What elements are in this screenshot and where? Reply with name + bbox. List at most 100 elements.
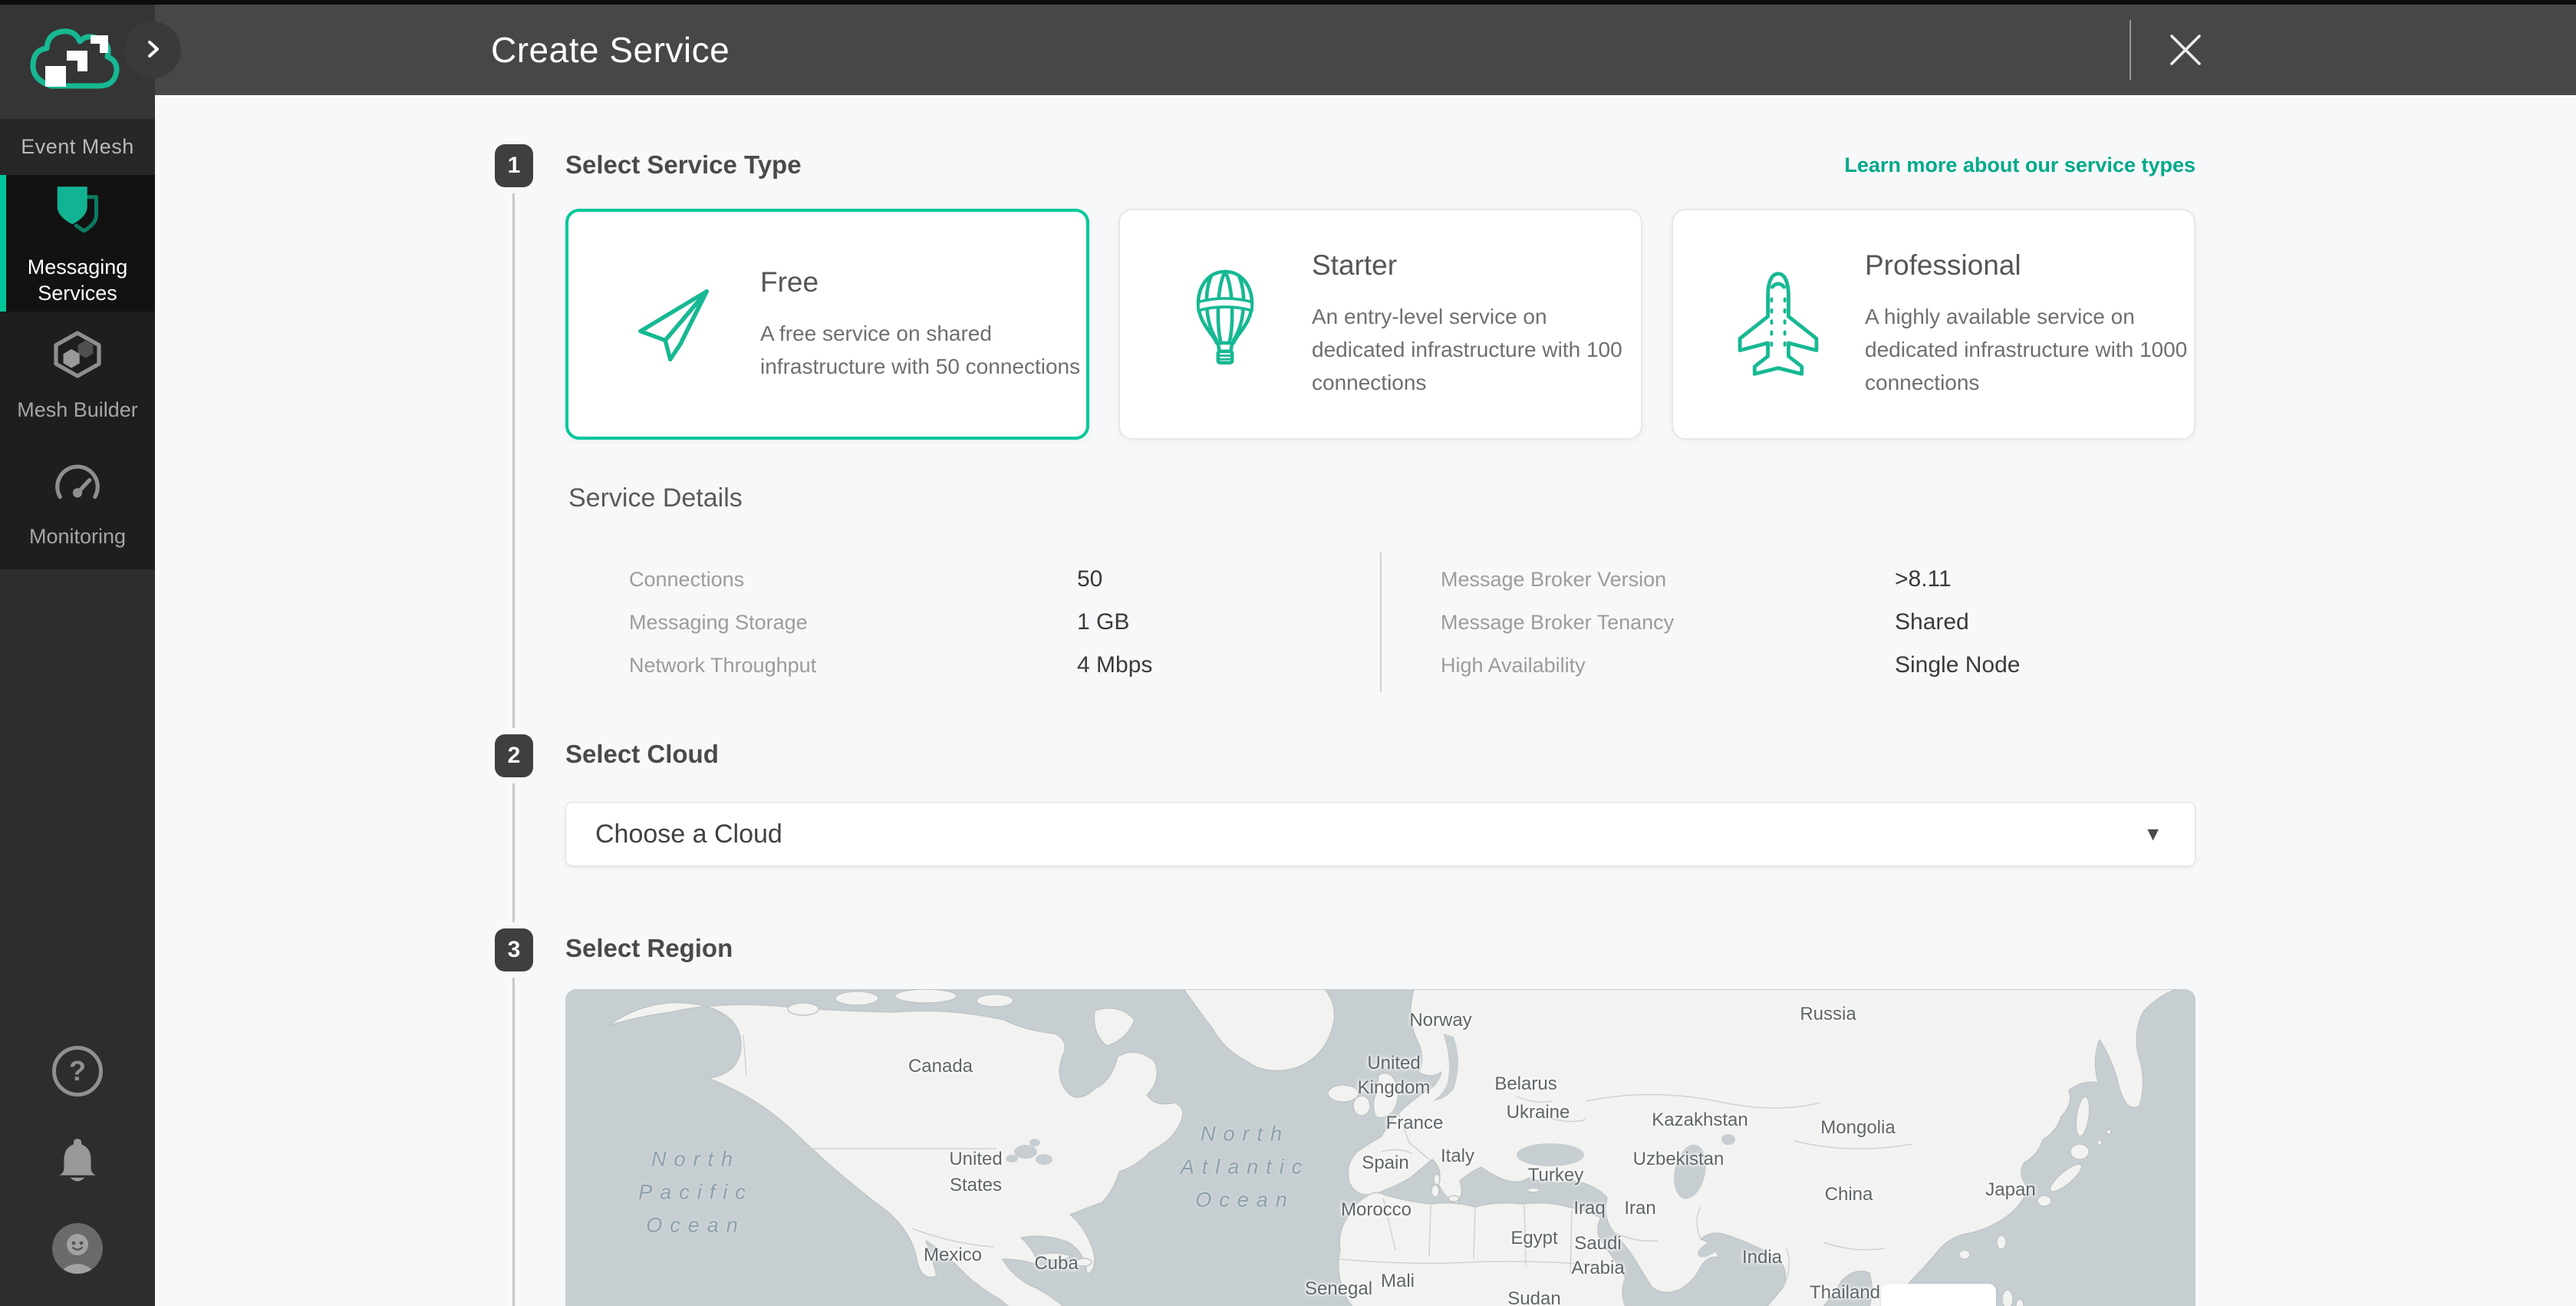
step-connector — [512, 193, 515, 728]
map-label: Egypt — [1510, 1228, 1557, 1249]
step-3-title: Select Region — [565, 927, 733, 970]
detail-value: Single Node — [1895, 650, 2020, 681]
sidebar-expand-button[interactable] — [124, 21, 181, 78]
map-label: Atlantic — [1181, 1156, 1310, 1179]
map-label: Ukraine — [1507, 1102, 1570, 1123]
paper-plane-icon — [608, 283, 739, 366]
map-label: Uzbekistan — [1633, 1149, 1724, 1170]
map-label: United — [949, 1149, 1002, 1170]
hot-air-balloon-icon — [1160, 268, 1290, 381]
map-label: Canada — [908, 1056, 973, 1077]
service-type-card-starter[interactable]: Starter An entry-level service on dedica… — [1118, 209, 1642, 440]
map-label: North — [1201, 1123, 1290, 1146]
map-label: Iran — [1624, 1198, 1655, 1219]
map-label: Saudi — [1574, 1233, 1621, 1255]
map-label: Italy — [1441, 1146, 1474, 1167]
notifications-button[interactable] — [0, 1136, 155, 1187]
map-label: Belarus — [1494, 1073, 1556, 1095]
card-description: A free service on shared infrastructure … — [760, 317, 1086, 383]
map-label: Mexico — [924, 1245, 982, 1266]
map-label: China — [1825, 1184, 1873, 1205]
map-label: Morocco — [1341, 1199, 1412, 1221]
create-service-screen: Event Mesh Messaging Services — [0, 0, 2576, 1306]
question-icon: ? — [52, 1046, 103, 1097]
caret-down-icon: ▼ — [2143, 803, 2163, 866]
cloud-select-value: Choose a Cloud — [595, 803, 782, 866]
step-1-badge: 1 — [495, 144, 533, 187]
sidebar-section-label: Event Mesh — [0, 119, 155, 175]
sidebar-item-label: Monitoring — [16, 523, 139, 549]
detail-label: Network Throughput — [629, 650, 816, 681]
detail-value: 50 — [1077, 564, 1102, 595]
airplane-icon — [1713, 269, 1843, 380]
close-button[interactable] — [2166, 30, 2205, 70]
map-label: North — [651, 1148, 740, 1172]
service-type-cards: Free A free service on shared infrastruc… — [565, 209, 2196, 440]
detail-label: Messaging Storage — [629, 607, 808, 638]
map-label: Thailand — [1810, 1282, 1880, 1304]
card-title: Free — [760, 266, 1086, 298]
map-label: United — [1367, 1053, 1420, 1074]
step-3-badge: 3 — [495, 928, 533, 971]
detail-value: >8.11 — [1895, 564, 1952, 595]
help-button[interactable]: ? — [0, 1046, 155, 1097]
card-title: Professional — [1865, 249, 2194, 282]
page-title: Create Service — [491, 5, 730, 95]
sidebar-item-messaging-services[interactable]: Messaging Services — [0, 175, 155, 312]
map-label: Iraq — [1573, 1198, 1605, 1219]
step-connector — [512, 978, 515, 1306]
map-label: States — [950, 1175, 1002, 1196]
map-label: Kazakhstan — [1652, 1110, 1748, 1131]
map-label: Mongolia — [1820, 1117, 1895, 1139]
card-description: A highly available service on dedicated … — [1865, 300, 2194, 399]
card-title: Starter — [1312, 249, 1641, 282]
sidebar-item-monitoring[interactable]: Monitoring — [0, 440, 155, 569]
map-control-box[interactable] — [1881, 1284, 1996, 1306]
card-text: Starter An entry-level service on dedica… — [1312, 249, 1641, 399]
service-type-card-professional[interactable]: Professional A highly available service … — [1672, 209, 2196, 440]
service-type-card-free[interactable]: Free A free service on shared infrastruc… — [565, 209, 1089, 440]
map-label: Pacific — [638, 1181, 753, 1205]
map-label: Sudan — [1507, 1288, 1560, 1306]
service-details-title: Service Details — [568, 483, 743, 513]
sidebar-nav: Messaging Services Mesh Builder — [0, 175, 155, 569]
gauge-icon — [51, 461, 104, 511]
sidebar-item-label: Messaging Services — [16, 254, 139, 306]
step-2-badge: 2 — [495, 734, 533, 777]
sidebar-item-mesh-builder[interactable]: Mesh Builder — [0, 312, 155, 440]
learn-more-link[interactable]: Learn more about our service types — [1844, 143, 2196, 186]
map-label: Mali — [1381, 1271, 1415, 1292]
map-label: Turkey — [1528, 1165, 1583, 1186]
close-icon — [2166, 61, 2205, 72]
header-divider — [2130, 20, 2131, 80]
map-label: Senegal — [1305, 1278, 1372, 1300]
step-2-title: Select Cloud — [565, 733, 719, 776]
details-divider — [1380, 552, 1382, 692]
chevron-right-icon — [142, 38, 163, 62]
detail-value: 4 Mbps — [1077, 650, 1152, 681]
hexagon-icon — [51, 330, 104, 384]
detail-value: 1 GB — [1077, 607, 1129, 638]
map-label: Kingdom — [1358, 1077, 1431, 1099]
map-label: Spain — [1362, 1153, 1408, 1174]
map-label: Russia — [1800, 1004, 1856, 1025]
avatar — [52, 1223, 103, 1274]
map-label: Ocean — [1195, 1189, 1295, 1212]
map-label: Arabia — [1571, 1258, 1624, 1279]
window-top-edge — [0, 0, 2576, 5]
detail-label: High Availability — [1441, 650, 1586, 681]
step-connector — [512, 783, 515, 922]
region-map[interactable]: Canada United States Mexico Cuba Senegal Mali S… — [565, 989, 2196, 1306]
step-1-title: Select Service Type — [565, 143, 802, 186]
bell-icon — [55, 1136, 100, 1187]
detail-label: Connections — [629, 564, 744, 595]
card-description: An entry-level service on dedicated infr… — [1312, 300, 1641, 399]
shield-icon — [52, 181, 103, 242]
cloud-select-dropdown[interactable]: Choose a Cloud ▼ — [565, 802, 2196, 866]
sidebar-item-label: Mesh Builder — [16, 397, 139, 423]
cloud-logo-icon — [27, 25, 128, 99]
map-label: France — [1386, 1113, 1444, 1134]
account-button[interactable] — [0, 1223, 155, 1274]
dialog-header: Create Service — [155, 5, 2576, 95]
map-label: Cuba — [1034, 1253, 1078, 1275]
